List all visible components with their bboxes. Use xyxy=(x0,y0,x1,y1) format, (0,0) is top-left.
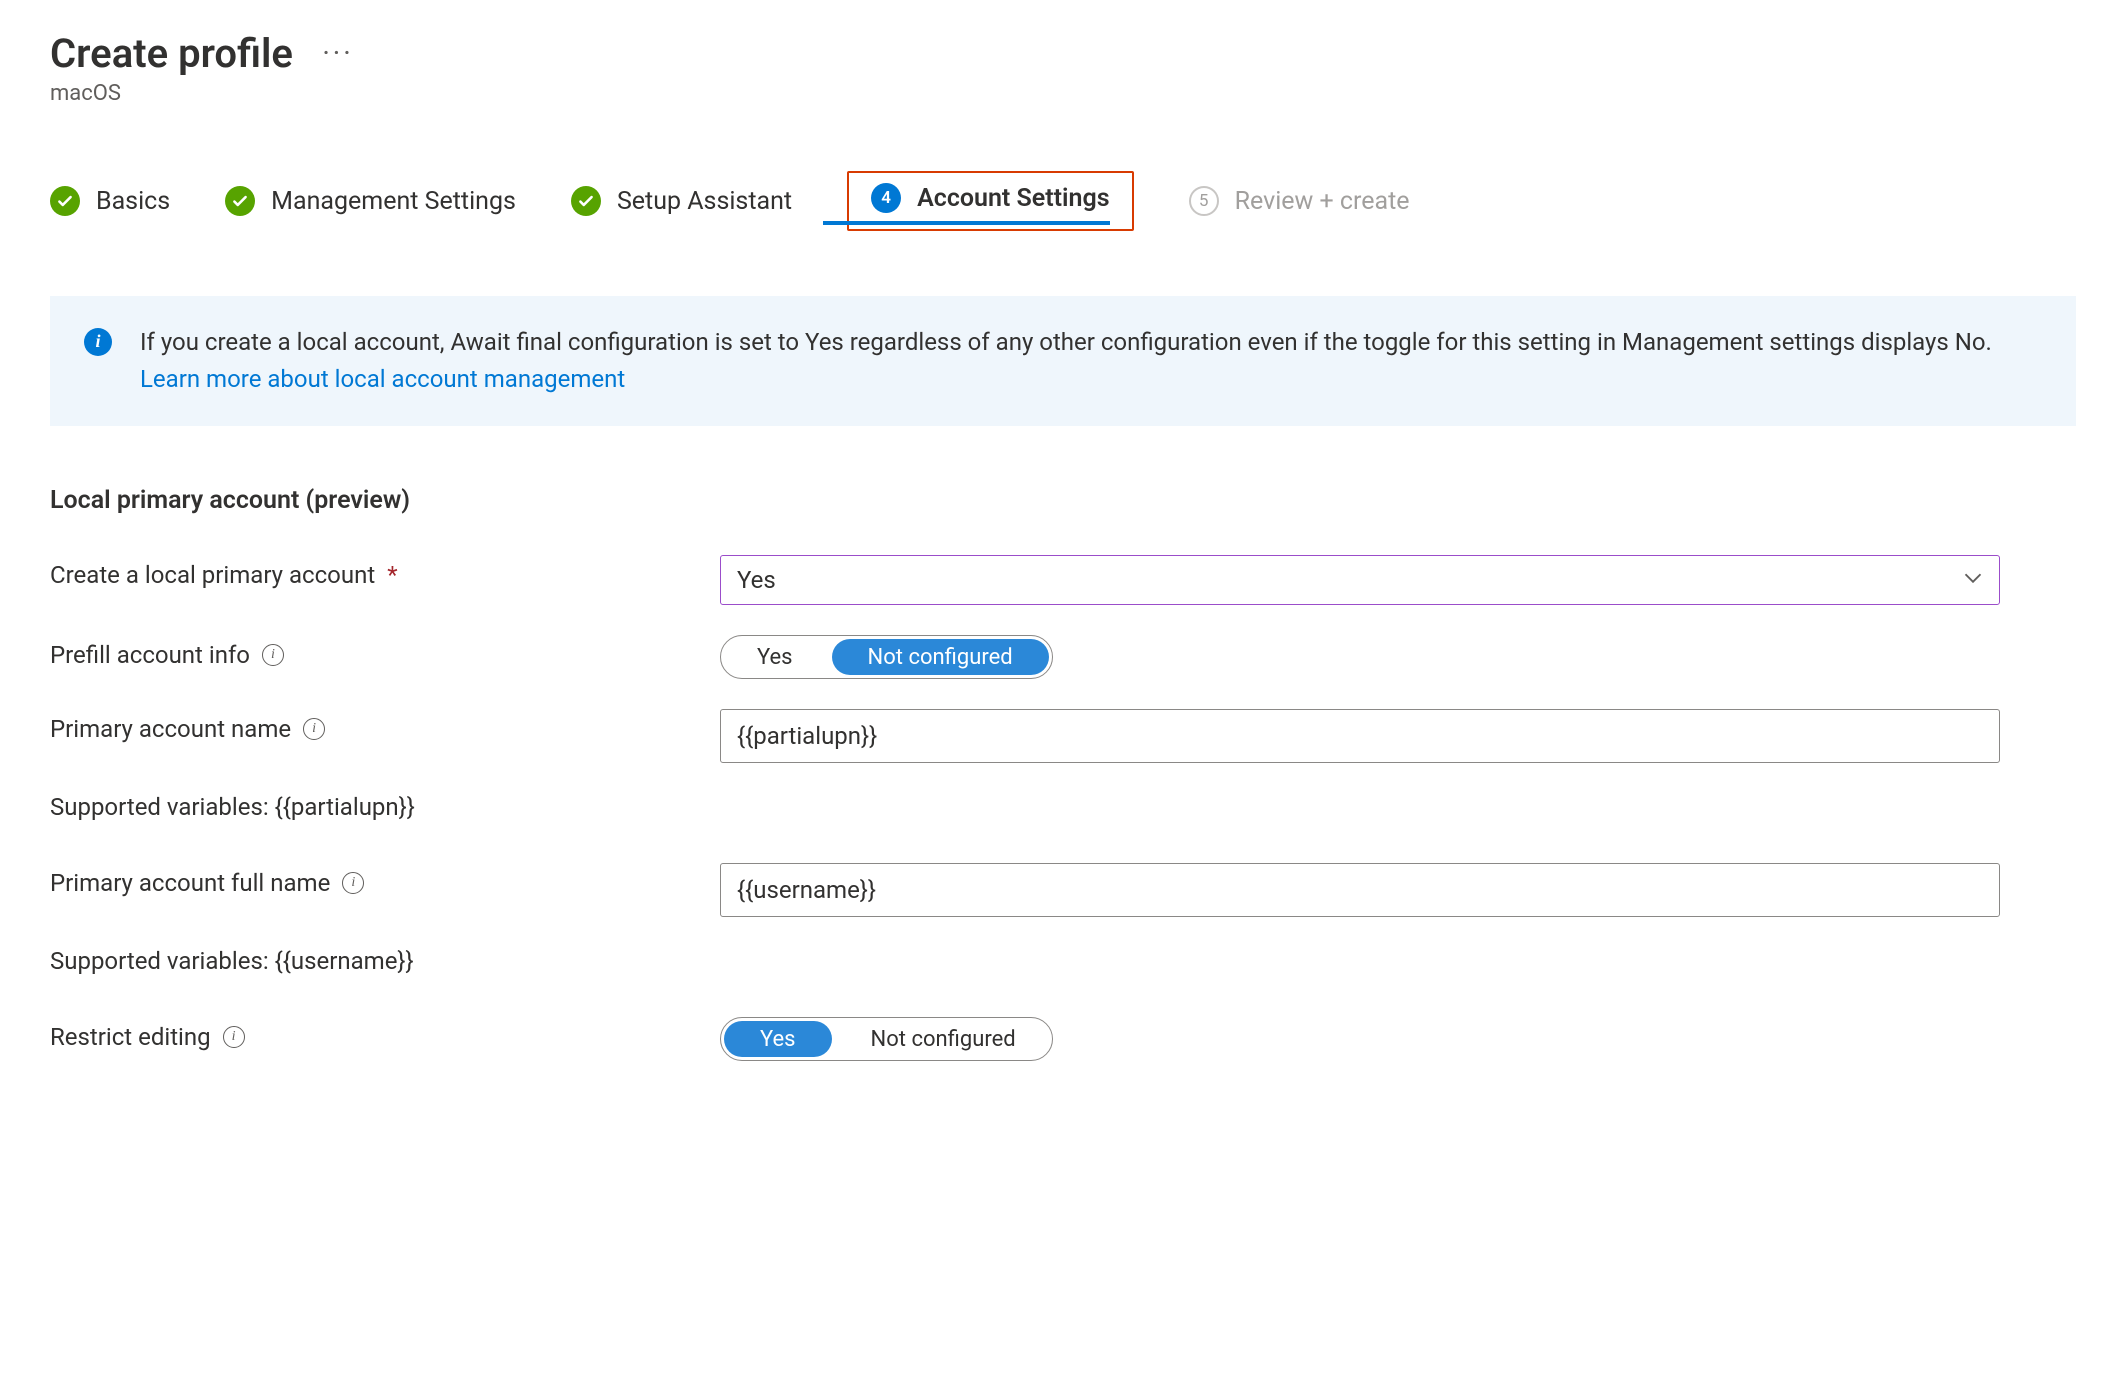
check-circle-icon xyxy=(50,186,80,216)
label-text: Primary account name xyxy=(50,715,291,743)
page-title: Create profile xyxy=(50,30,293,77)
step-label: Setup Assistant xyxy=(617,187,792,216)
step-label: Review + create xyxy=(1235,187,1410,216)
step-number-icon: 4 xyxy=(871,183,901,213)
more-actions-icon[interactable]: ··· xyxy=(323,41,354,66)
step-label: Basics xyxy=(96,187,170,216)
info-tooltip-icon[interactable]: i xyxy=(342,872,364,894)
control-create-local-account: Yes xyxy=(720,555,2000,605)
label-prefill-account-info: Prefill account info i xyxy=(50,635,720,669)
prefill-toggle: Yes Not configured xyxy=(720,635,1053,679)
section-title: Local primary account (preview) xyxy=(50,486,2076,515)
prefill-notconfigured-option[interactable]: Not configured xyxy=(832,639,1049,675)
step-review-create[interactable]: 5 Review + create xyxy=(1189,186,1410,216)
info-icon: i xyxy=(84,328,112,356)
hint-primary-account-full-name: Supported variables: {{username}} xyxy=(50,947,2076,975)
create-local-account-dropdown[interactable]: Yes xyxy=(720,555,2000,605)
check-circle-icon xyxy=(225,186,255,216)
label-primary-account-full-name: Primary account full name i xyxy=(50,863,720,897)
banner-text: If you create a local account, Await fin… xyxy=(140,328,1992,356)
label-text: Primary account full name xyxy=(50,869,330,897)
banner-link[interactable]: Learn more about local account managemen… xyxy=(140,365,625,393)
info-tooltip-icon[interactable]: i xyxy=(223,1026,245,1048)
check-circle-icon xyxy=(571,186,601,216)
restrict-notconfigured-option[interactable]: Not configured xyxy=(835,1018,1052,1060)
step-number-icon: 5 xyxy=(1189,186,1219,216)
restrict-yes-option[interactable]: Yes xyxy=(724,1021,832,1057)
label-primary-account-name: Primary account name i xyxy=(50,709,720,743)
label-text: Prefill account info xyxy=(50,641,250,669)
step-management-settings[interactable]: Management Settings xyxy=(225,186,516,216)
step-label: Management Settings xyxy=(271,187,516,216)
row-restrict-editing: Restrict editing i Yes Not configured xyxy=(50,1017,2076,1061)
row-create-local-account: Create a local primary account * Yes xyxy=(50,555,2076,605)
row-prefill-account-info: Prefill account info i Yes Not configure… xyxy=(50,635,2076,679)
control-primary-account-full-name xyxy=(720,863,2000,917)
banner-text-container: If you create a local account, Await fin… xyxy=(140,324,2042,398)
row-primary-account-name: Primary account name i xyxy=(50,709,2076,763)
hint-primary-account-name: Supported variables: {{partialupn}} xyxy=(50,793,2076,821)
wizard-stepper: Basics Management Settings Setup Assista… xyxy=(50,171,2076,231)
required-asterisk: * xyxy=(387,561,397,589)
control-restrict-editing: Yes Not configured xyxy=(720,1017,2000,1061)
info-tooltip-icon[interactable]: i xyxy=(262,644,284,666)
restrict-editing-toggle: Yes Not configured xyxy=(720,1017,1053,1061)
step-account-settings-highlight: 4 Account Settings xyxy=(847,171,1133,231)
primary-account-name-input[interactable] xyxy=(720,709,2000,763)
page-root: Create profile ··· macOS Basics Manageme… xyxy=(0,0,2126,1121)
primary-account-full-name-input[interactable] xyxy=(720,863,2000,917)
dropdown-value: Yes xyxy=(737,566,776,594)
label-text: Restrict editing xyxy=(50,1023,211,1051)
info-tooltip-icon[interactable]: i xyxy=(303,718,325,740)
label-create-local-account: Create a local primary account * xyxy=(50,555,720,589)
label-text: Create a local primary account xyxy=(50,561,375,589)
row-primary-account-full-name: Primary account full name i xyxy=(50,863,2076,917)
step-basics[interactable]: Basics xyxy=(50,186,170,216)
page-subtitle: macOS xyxy=(50,81,2076,106)
step-account-settings[interactable]: 4 Account Settings xyxy=(871,183,1109,213)
chevron-down-icon xyxy=(1963,566,1983,594)
prefill-yes-option[interactable]: Yes xyxy=(721,636,829,678)
step-label: Account Settings xyxy=(917,184,1109,213)
label-restrict-editing: Restrict editing i xyxy=(50,1017,720,1051)
control-primary-account-name xyxy=(720,709,2000,763)
page-header: Create profile ··· macOS xyxy=(50,30,2076,106)
info-banner: i If you create a local account, Await f… xyxy=(50,296,2076,426)
control-prefill-account-info: Yes Not configured xyxy=(720,635,2000,679)
step-setup-assistant[interactable]: Setup Assistant xyxy=(571,186,792,216)
title-row: Create profile ··· xyxy=(50,30,2076,77)
